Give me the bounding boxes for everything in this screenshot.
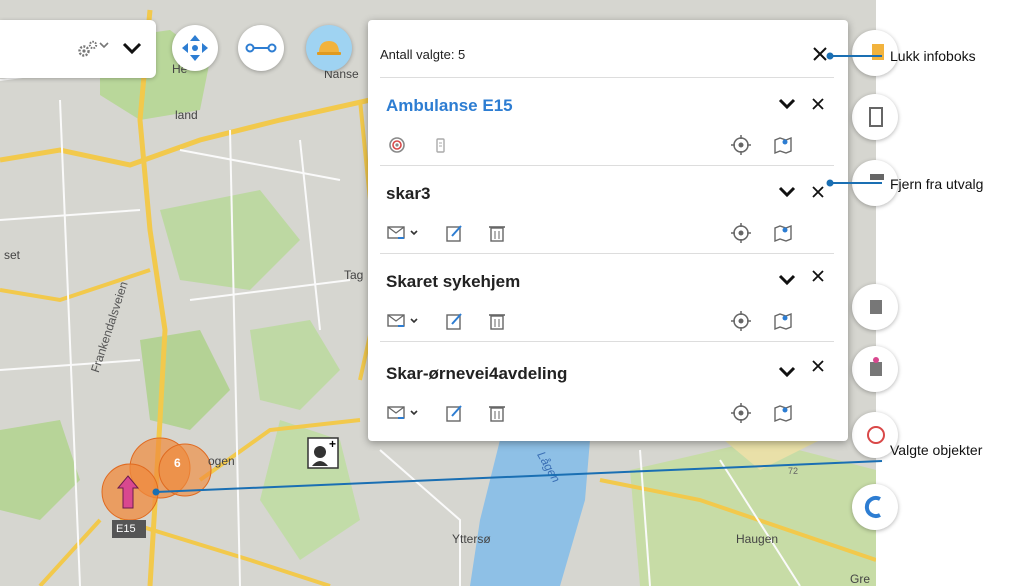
remove-from-selection-button[interactable] <box>810 184 826 200</box>
center-on-map-icon[interactable] <box>730 222 752 244</box>
app-screen: + land set Tag Nanse He ogen Yttersø Hau… <box>0 0 1024 586</box>
e15-shield-label: E15 <box>116 523 136 535</box>
expand-chevron-icon[interactable] <box>778 185 796 199</box>
object-title: Skar-ørnevei4avdeling <box>386 364 568 383</box>
route-button[interactable] <box>238 25 284 71</box>
edit-icon[interactable] <box>444 310 466 332</box>
cluster-count: 6 <box>174 456 181 470</box>
map-place-label: set <box>4 248 21 262</box>
chevron-down-icon[interactable] <box>99 41 109 52</box>
infobox-header: Antall valgte: 5 <box>368 20 848 78</box>
send-message-icon[interactable] <box>386 310 420 332</box>
infobox-panel: Antall valgte: 5 Ambulanse E15 skar3 Ska… <box>368 20 848 441</box>
delete-icon[interactable] <box>486 402 508 424</box>
selected-object-item: skar3 <box>368 166 848 254</box>
close-icon <box>812 360 824 372</box>
selected-object-item: Skaret sykehjem <box>368 254 848 342</box>
radio-device-icon <box>430 134 452 156</box>
show-in-map-icon[interactable] <box>772 310 794 332</box>
side-tool-button[interactable] <box>852 484 898 530</box>
map-place-label: ogen <box>208 454 235 468</box>
callout-close-infobox: Lukk infoboks <box>890 48 976 64</box>
map-place-label: Gre <box>850 572 871 586</box>
show-in-map-icon[interactable] <box>772 402 794 424</box>
target-status-icon <box>386 134 408 156</box>
close-icon <box>813 47 827 61</box>
gears-icon[interactable] <box>76 39 100 59</box>
show-in-map-icon[interactable] <box>772 134 794 156</box>
close-infobox-button[interactable] <box>810 44 830 64</box>
edit-icon[interactable] <box>444 222 466 244</box>
delete-icon[interactable] <box>486 310 508 332</box>
expand-chevron-icon[interactable] <box>778 365 796 379</box>
expand-chevron-icon[interactable] <box>778 273 796 287</box>
ambulance-vehicle-marker[interactable] <box>110 470 150 514</box>
send-message-icon[interactable] <box>386 222 420 244</box>
show-in-map-icon[interactable] <box>772 222 794 244</box>
delete-icon[interactable] <box>486 222 508 244</box>
svg-text:+: + <box>329 437 336 451</box>
remove-from-selection-button[interactable] <box>810 358 826 374</box>
selected-object-item: Skar-ørnevei4avdeling <box>368 342 848 441</box>
road-number-label: 72 <box>788 466 799 476</box>
route-icon <box>245 43 277 53</box>
send-message-icon[interactable] <box>386 402 420 424</box>
expand-chevron-icon[interactable] <box>778 97 796 111</box>
map-place-label: Tag <box>344 268 364 282</box>
close-icon <box>812 98 824 110</box>
selected-object-item: Ambulanse E15 <box>368 78 848 166</box>
move-arrows-icon <box>182 35 208 61</box>
helmet-icon <box>317 41 341 55</box>
map-place-label: Haugen <box>736 532 779 546</box>
callout-selected-objects: Valgte objekter <box>890 442 983 458</box>
object-title: skar3 <box>386 184 431 203</box>
close-icon <box>812 270 824 282</box>
selection-cluster-marker[interactable]: 6 <box>148 450 202 478</box>
callout-remove-from-selection: Fjern fra utvalg <box>890 176 984 192</box>
collapse-chevron-icon[interactable] <box>120 36 144 60</box>
side-tool-button[interactable] <box>852 94 898 140</box>
selection-count-label: Antall valgte: 5 <box>380 47 466 62</box>
center-on-map-icon[interactable] <box>730 402 752 424</box>
center-on-map-icon[interactable] <box>730 134 752 156</box>
edit-icon[interactable] <box>444 402 466 424</box>
map-place-label: land <box>175 108 198 122</box>
center-on-map-icon[interactable] <box>730 310 752 332</box>
helmet-button[interactable] <box>306 25 352 71</box>
map-place-label: Yttersø <box>452 532 491 546</box>
side-tool-button[interactable] <box>852 346 898 392</box>
side-tool-button[interactable] <box>852 284 898 330</box>
pan-button[interactable] <box>172 25 218 71</box>
remove-from-selection-button[interactable] <box>810 96 826 112</box>
map-tool-box <box>0 20 156 78</box>
close-icon <box>812 186 824 198</box>
object-title-link[interactable]: Ambulanse E15 <box>386 96 513 116</box>
object-title: Skaret sykehjem <box>386 272 521 291</box>
remove-from-selection-button[interactable] <box>810 268 826 284</box>
